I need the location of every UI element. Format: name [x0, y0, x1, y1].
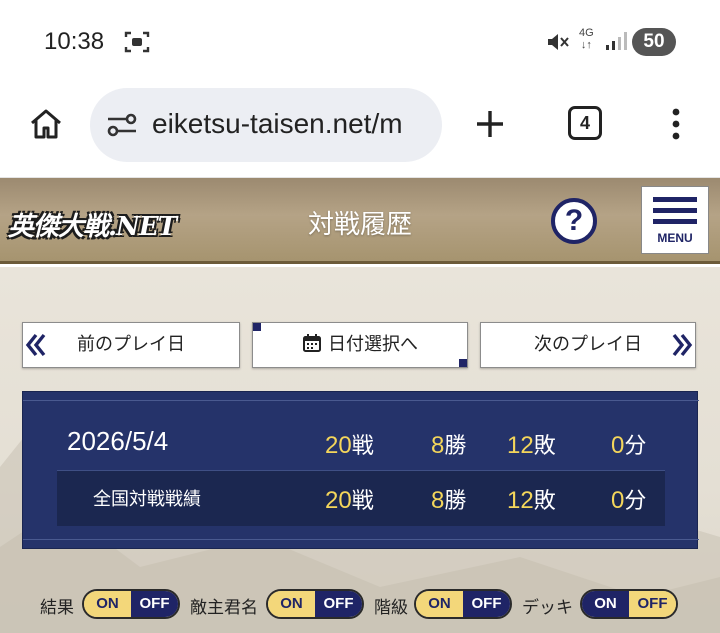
- national-record-row: 全国対戦戦績 20戦 8勝 12敗 0分: [57, 470, 665, 526]
- daily-record-row: 2026/5/4 20戦 8勝 12敗 0分: [23, 422, 699, 466]
- menu-button[interactable]: MENU: [641, 186, 709, 254]
- screenshot-icon: [124, 31, 150, 53]
- next-play-day-button[interactable]: 次のプレイ日: [480, 322, 696, 368]
- date-select-label: 日付選択へ: [328, 334, 418, 355]
- help-button[interactable]: ?: [551, 198, 597, 244]
- more-icon[interactable]: [664, 104, 688, 144]
- national-record-label: 全国対戦戦績: [93, 489, 201, 510]
- toggle-off[interactable]: OFF: [629, 591, 676, 617]
- toggle-rank[interactable]: ON OFF: [414, 589, 512, 619]
- battery-indicator: 50: [632, 28, 676, 56]
- toggle-label-opponent: 敵主君名: [190, 598, 258, 618]
- national-battles-count: 20戦: [325, 487, 374, 514]
- panel-border: [23, 400, 699, 401]
- national-wins-count: 8勝: [431, 487, 467, 514]
- prev-play-day-button[interactable]: 前のプレイ日: [22, 322, 240, 368]
- calendar-icon: [303, 334, 321, 352]
- toggle-off[interactable]: OFF: [131, 591, 178, 617]
- signal-icon: [606, 32, 627, 50]
- page-title: 対戦履歴: [307, 210, 412, 240]
- toggle-label-deck: デッキ: [522, 598, 573, 618]
- panel-border: [23, 539, 699, 540]
- record-date: 2026/5/4: [67, 426, 169, 456]
- site-logo[interactable]: 英傑大戦.NET: [8, 194, 177, 248]
- status-bar: 10:38 4G ↓↑ 50: [0, 0, 720, 84]
- toggle-off[interactable]: OFF: [315, 591, 362, 617]
- next-play-day-label: 次のプレイ日: [534, 334, 642, 355]
- mute-icon: [548, 34, 569, 50]
- new-tab-icon[interactable]: [472, 106, 508, 142]
- menu-bar: [653, 197, 697, 202]
- toggle-label-rank: 階級: [374, 598, 408, 618]
- toggle-on[interactable]: ON: [268, 591, 315, 617]
- prev-play-day-label: 前のプレイ日: [77, 334, 185, 355]
- toggle-on[interactable]: ON: [84, 591, 131, 617]
- page-body: 前のプレイ日 日付選択へ 次のプレイ日 2026/5/4 20戦 8勝 12敗 …: [0, 267, 720, 633]
- date-select-button[interactable]: 日付選択へ: [252, 322, 468, 368]
- menu-bar: [653, 219, 697, 224]
- toggle-on[interactable]: ON: [416, 591, 463, 617]
- losses-count: 12敗: [507, 432, 556, 459]
- national-losses-count: 12敗: [507, 487, 556, 514]
- display-toggles: 結果 ON OFF 敵主君名 ON OFF 階級 ON OFF デッキ ON O…: [0, 589, 720, 621]
- site-settings-icon[interactable]: [106, 112, 138, 138]
- clock: 10:38: [44, 28, 105, 55]
- home-icon[interactable]: [28, 106, 64, 142]
- site-header: 英傑大戦.NET 対戦履歴 ? MENU: [0, 178, 720, 264]
- toggle-deck[interactable]: ON OFF: [580, 589, 678, 619]
- network-type: 4G ↓↑: [579, 27, 594, 51]
- national-draws-count: 0分: [611, 487, 647, 514]
- corner-mark: [459, 359, 467, 367]
- browser-toolbar: eiketsu-taisen.net/m 4: [0, 84, 720, 178]
- address-bar[interactable]: eiketsu-taisen.net/m: [90, 88, 442, 162]
- toggle-off[interactable]: OFF: [463, 591, 510, 617]
- double-chevron-right-icon: [672, 333, 693, 357]
- tab-switcher-button[interactable]: 4: [568, 106, 602, 140]
- menu-label: MENU: [657, 231, 693, 245]
- battle-record-panel: 2026/5/4 20戦 8勝 12敗 0分 全国対戦戦績 20戦 8勝 12敗…: [22, 391, 699, 549]
- toggle-on[interactable]: ON: [582, 591, 629, 617]
- battles-count: 20戦: [325, 432, 374, 459]
- draws-count: 0分: [611, 432, 647, 459]
- menu-bar: [653, 208, 697, 213]
- wins-count: 8勝: [431, 432, 467, 459]
- toggle-result[interactable]: ON OFF: [82, 589, 180, 619]
- corner-mark: [253, 323, 261, 331]
- toggle-opponent[interactable]: ON OFF: [266, 589, 364, 619]
- double-chevron-left-icon: [25, 333, 46, 357]
- toggle-label-result: 結果: [40, 598, 74, 618]
- url-text[interactable]: eiketsu-taisen.net/m: [152, 108, 403, 140]
